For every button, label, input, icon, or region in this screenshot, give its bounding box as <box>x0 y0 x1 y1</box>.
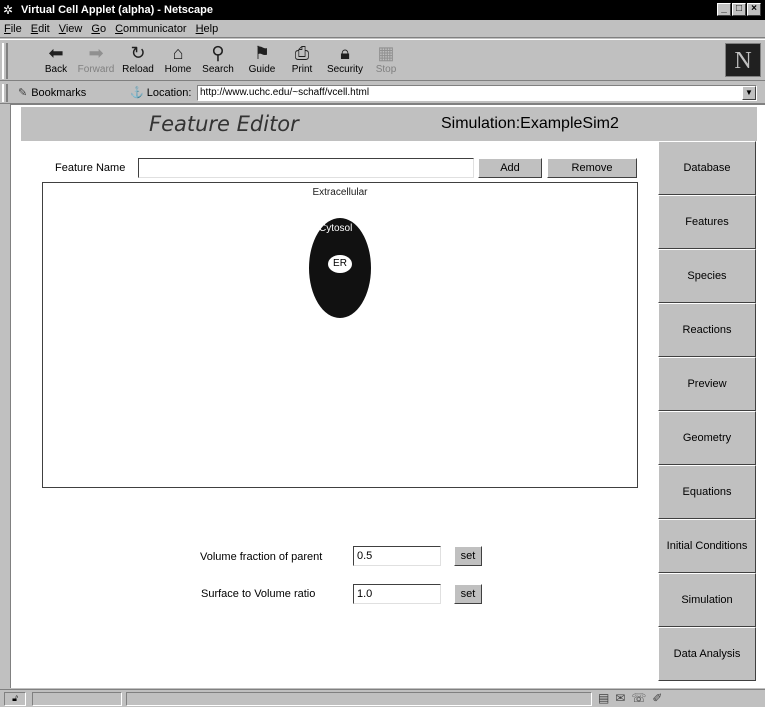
extracellular-label: Extracellular <box>312 187 368 198</box>
discussion-icon[interactable]: ☏ <box>631 691 652 705</box>
status-message-cell <box>126 692 592 706</box>
nav-equations[interactable]: Equations <box>658 465 756 519</box>
guide-icon: ⚑ <box>253 43 271 63</box>
surface-volume-label: Surface to Volume ratio <box>201 588 316 600</box>
nav-preview[interactable]: Preview <box>658 357 756 411</box>
component-bar-icons[interactable]: ▤✉☏✐ <box>598 691 668 705</box>
location-label: ⚓ Location: <box>130 87 192 99</box>
security-status-icon[interactable]: 🔓︎ <box>4 692 26 706</box>
reload-button[interactable]: ↻ Reload <box>118 42 158 80</box>
title-bar: ✲ Virtual Cell Applet (alpha) - Netscape… <box>0 0 765 20</box>
bookmarks-button[interactable]: ✎ Bookmarks <box>18 86 86 99</box>
nav-simulation[interactable]: Simulation <box>658 573 756 627</box>
add-button[interactable]: Add <box>478 158 542 178</box>
simulation-label: Simulation:ExampleSim2 <box>441 115 619 132</box>
location-url-input[interactable]: http://www.uchc.edu/~schaff/vcell.html ▼ <box>197 85 757 101</box>
feature-name-input[interactable] <box>138 158 474 178</box>
back-button[interactable]: ⬅ Back <box>36 42 76 80</box>
window-controls: _ □ × <box>716 3 761 16</box>
volume-fraction-label: Volume fraction of parent <box>200 551 323 563</box>
location-grip[interactable] <box>2 84 8 102</box>
minimize-button[interactable]: _ <box>717 3 731 16</box>
menu-edit[interactable]: Edit <box>31 23 50 35</box>
progress-cell <box>32 692 122 706</box>
location-toolbar: ✎ Bookmarks ⚓ Location: http://www.uchc.e… <box>0 82 765 104</box>
nav-initial-conditions[interactable]: Initial Conditions <box>658 519 756 573</box>
menu-view[interactable]: View <box>59 23 83 35</box>
surface-volume-input[interactable]: 1.0 <box>353 584 441 604</box>
volume-fraction-input[interactable]: 0.5 <box>353 546 441 566</box>
page-content: Feature Editor Simulation:ExampleSim2 Fe… <box>10 104 765 688</box>
mail-icon[interactable]: ✉ <box>615 691 631 705</box>
security-button[interactable]: 🔒︎ Security <box>325 42 365 80</box>
menu-file[interactable]: File <box>4 23 22 35</box>
maximize-button[interactable]: □ <box>732 3 746 16</box>
home-button[interactable]: ⌂ Home <box>158 42 198 80</box>
forward-arrow-icon: ➡ <box>88 43 104 63</box>
page-title: Feature Editor <box>149 112 299 136</box>
print-icon: ⎙ <box>294 43 310 63</box>
er-shape[interactable]: ER <box>328 255 352 273</box>
location-icon: ⚓ <box>130 87 147 99</box>
nav-species[interactable]: Species <box>658 249 756 303</box>
chevron-down-icon: ▼ <box>745 88 753 97</box>
nav-database[interactable]: Database <box>658 141 756 195</box>
feature-name-label: Feature Name <box>55 162 126 174</box>
nav-data-analysis[interactable]: Data Analysis <box>658 627 756 681</box>
netscape-app-icon: ✲ <box>3 3 14 17</box>
menu-help[interactable]: Help <box>196 23 219 35</box>
cytosol-label: Cytosol <box>319 223 353 234</box>
search-button[interactable]: ⚲ Search <box>198 42 238 80</box>
browser-window: ✲ Virtual Cell Applet (alpha) - Netscape… <box>0 0 765 707</box>
feature-canvas[interactable]: Extracellular Cytosol ER <box>42 182 638 488</box>
applet-nav-panel: Database Features Species Reactions Prev… <box>658 141 756 681</box>
applet-header: Feature Editor Simulation:ExampleSim2 <box>21 107 757 141</box>
back-arrow-icon: ⬅ <box>48 43 64 63</box>
menu-communicator[interactable]: Communicator <box>115 23 187 35</box>
reload-icon: ↻ <box>130 43 146 63</box>
nav-reactions[interactable]: Reactions <box>658 303 756 357</box>
search-icon: ⚲ <box>211 43 225 63</box>
navigation-toolbar: ⬅ Back ➡ Forward ↻ Reload ⌂ Home ⚲ Searc… <box>0 39 765 81</box>
bookmarks-icon: ✎ <box>18 87 28 99</box>
composer-icon[interactable]: ✐ <box>652 691 668 705</box>
menu-bar: File Edit View Go Communicator Help <box>0 20 765 38</box>
nav-features[interactable]: Features <box>658 195 756 249</box>
nav-geometry[interactable]: Geometry <box>658 411 756 465</box>
close-button[interactable]: × <box>747 3 761 16</box>
window-title: Virtual Cell Applet (alpha) - Netscape <box>21 4 213 16</box>
volume-fraction-set-button[interactable]: set <box>454 546 482 566</box>
lock-icon: 🔒︎ <box>340 43 350 63</box>
forward-button[interactable]: ➡ Forward <box>76 42 116 80</box>
location-dropdown-button[interactable]: ▼ <box>742 86 756 100</box>
remove-button[interactable]: Remove <box>547 158 637 178</box>
guide-button[interactable]: ⚑ Guide <box>242 42 282 80</box>
stop-icon: ▦ <box>377 43 395 63</box>
netscape-logo[interactable]: N <box>725 43 761 77</box>
stop-button[interactable]: ▦ Stop <box>366 42 406 80</box>
surface-volume-set-button[interactable]: set <box>454 584 482 604</box>
status-bar: 🔓︎ ▤✉☏✐ <box>0 689 765 707</box>
navigator-icon[interactable]: ▤ <box>598 691 615 705</box>
print-button[interactable]: ⎙ Print <box>282 42 322 80</box>
toolbar-grip[interactable] <box>2 43 8 79</box>
menu-go[interactable]: Go <box>91 23 106 35</box>
home-icon: ⌂ <box>172 43 184 63</box>
